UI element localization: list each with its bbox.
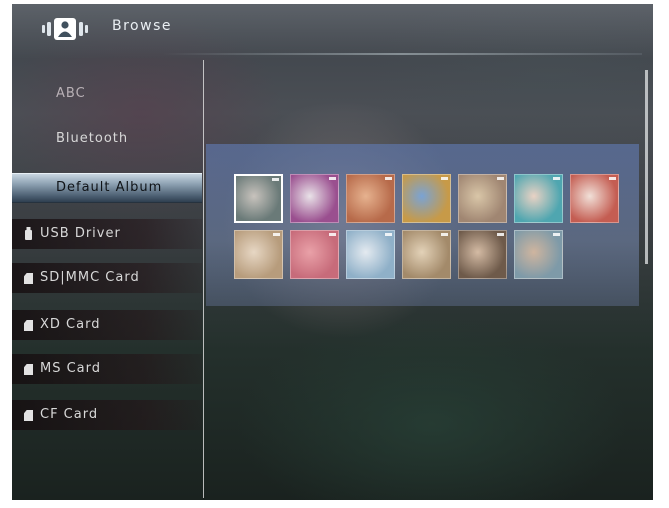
photo-thumbnail[interactable] bbox=[234, 174, 283, 223]
header-divider bbox=[162, 53, 642, 55]
thumbnail-grid bbox=[206, 144, 639, 306]
thumbnail-badge bbox=[609, 177, 616, 180]
photo-thumbnail[interactable] bbox=[514, 230, 563, 279]
photo-frame-screen: Browse ABC Bluetooth Default Album USB D… bbox=[12, 4, 653, 500]
sidebar-item-xd-card[interactable]: XD Card bbox=[12, 310, 202, 340]
thumbnail-badge bbox=[497, 233, 504, 236]
thumbnail-badge bbox=[553, 233, 560, 236]
thumbnail-badge bbox=[385, 233, 392, 236]
memory-card-icon bbox=[24, 364, 33, 375]
sidebar-item-label: XD Card bbox=[40, 317, 101, 332]
sidebar-item-label: ABC bbox=[56, 86, 86, 101]
album-browse-icon bbox=[42, 18, 88, 40]
thumbnail-badge bbox=[272, 178, 279, 181]
photo-thumbnail[interactable] bbox=[458, 174, 507, 223]
sidebar-item-sd-mmc-card[interactable]: SD|MMC Card bbox=[12, 263, 202, 293]
thumbnail-badge bbox=[329, 233, 336, 236]
memory-card-icon bbox=[24, 273, 33, 284]
memory-card-icon bbox=[24, 320, 33, 331]
photo-thumbnail[interactable] bbox=[346, 230, 395, 279]
photo-thumbnail[interactable] bbox=[570, 174, 619, 223]
sidebar-item-bluetooth[interactable]: Bluetooth bbox=[12, 124, 202, 154]
panel-divider bbox=[203, 60, 204, 498]
sidebar-item-label: MS Card bbox=[40, 361, 102, 376]
header-bar: Browse bbox=[12, 4, 653, 58]
thumbnail-badge bbox=[385, 177, 392, 180]
sidebar-item-label: Bluetooth bbox=[56, 131, 129, 146]
sidebar-item-usb-driver[interactable]: USB Driver bbox=[12, 219, 202, 249]
sidebar-item-label: USB Driver bbox=[40, 226, 121, 241]
sidebar-item-cf-card[interactable]: CF Card bbox=[12, 400, 202, 430]
photo-thumbnail[interactable] bbox=[290, 230, 339, 279]
sidebar-item-label: CF Card bbox=[40, 407, 99, 422]
sidebar-item-default-album[interactable]: Default Album bbox=[12, 173, 202, 203]
photo-thumbnail[interactable] bbox=[402, 174, 451, 223]
photo-thumbnail[interactable] bbox=[234, 230, 283, 279]
photo-thumbnail[interactable] bbox=[402, 230, 451, 279]
sidebar-item-label: SD|MMC Card bbox=[40, 270, 140, 285]
photo-thumbnail[interactable] bbox=[514, 174, 563, 223]
thumbnail-badge bbox=[273, 233, 280, 236]
thumbnail-badge bbox=[329, 177, 336, 180]
thumbnail-badge bbox=[497, 177, 504, 180]
sidebar-item-label: Default Album bbox=[56, 180, 163, 195]
memory-card-icon bbox=[24, 410, 33, 421]
thumbnail-badge bbox=[553, 177, 560, 180]
sidebar-item-ms-card[interactable]: MS Card bbox=[12, 354, 202, 384]
sidebar: ABC Bluetooth Default Album USB Driver S… bbox=[12, 58, 202, 500]
page-title: Browse bbox=[112, 18, 172, 34]
usb-icon bbox=[25, 227, 32, 240]
photo-thumbnail[interactable] bbox=[346, 174, 395, 223]
sidebar-item-abc[interactable]: ABC bbox=[12, 79, 202, 109]
photo-thumbnail[interactable] bbox=[290, 174, 339, 223]
scrollbar[interactable] bbox=[645, 70, 648, 264]
thumbnail-badge bbox=[441, 177, 448, 180]
thumbnail-badge bbox=[441, 233, 448, 236]
photo-thumbnail[interactable] bbox=[458, 230, 507, 279]
